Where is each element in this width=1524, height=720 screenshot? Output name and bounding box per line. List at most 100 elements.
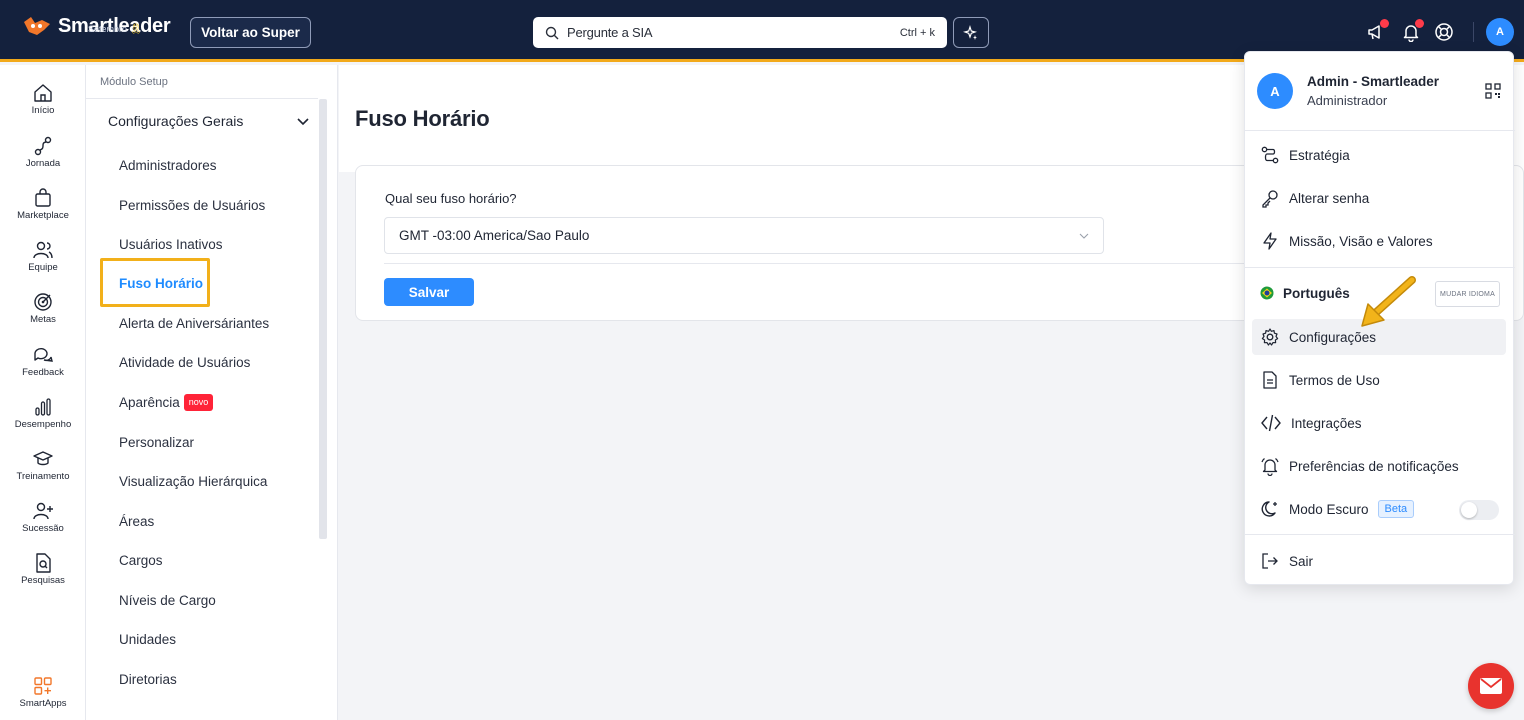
- help-button[interactable]: [1432, 20, 1456, 44]
- menu-item-label: Termos de Uso: [1289, 372, 1380, 388]
- annotation-arrow-icon: [1361, 276, 1416, 327]
- timezone-select[interactable]: GMT -03:00 America/Sao Paulo: [384, 217, 1104, 254]
- menu-item-label: Preferências de notificações: [1289, 458, 1459, 474]
- user-profile-header: A Admin - Smartleader Administrador: [1245, 52, 1515, 131]
- setup-item-visualizacao-hierarquica[interactable]: Visualização Hierárquica: [119, 474, 267, 489]
- card-divider: [384, 263, 1284, 264]
- notifications-button[interactable]: [1399, 19, 1424, 44]
- setup-item-label: Aparência: [119, 395, 180, 410]
- menu-item-estrategia[interactable]: Estratégia: [1252, 137, 1506, 173]
- setup-item-permissoes[interactable]: Permissões de Usuários: [119, 198, 265, 213]
- setup-scrollbar[interactable]: [319, 99, 327, 539]
- menu-item-integracoes[interactable]: Integrações: [1252, 405, 1506, 441]
- nav-sucessao[interactable]: Sucessão: [0, 500, 86, 534]
- dark-mode-toggle[interactable]: [1459, 500, 1499, 520]
- setup-item-personalizar[interactable]: Personalizar: [119, 435, 194, 450]
- setup-item-alerta-aniversariantes[interactable]: Alerta de Aniversáriantes: [119, 316, 269, 331]
- setup-item-aparencia[interactable]: Aparência novo: [119, 394, 214, 411]
- menu-item-label: Configurações: [1289, 329, 1377, 345]
- nav-equipe[interactable]: Equipe: [0, 239, 86, 273]
- timezone-question-label: Qual seu fuso horário?: [385, 191, 517, 206]
- route-icon: [34, 136, 52, 156]
- menu-item-missao[interactable]: Missão, Visão e Valores: [1252, 223, 1506, 259]
- setup-sidebar: Módulo Setup Configurações Gerais Admini…: [86, 65, 338, 720]
- main-nav-rail: Início Jornada Marketplace Equipe Metas …: [0, 65, 86, 720]
- setup-item-atividade-usuarios[interactable]: Atividade de Usuários: [119, 355, 250, 370]
- nav-inicio[interactable]: Início: [0, 82, 86, 116]
- brand-subtitle: Setembro 🎗: [88, 24, 142, 35]
- setup-item-unidades[interactable]: Unidades: [119, 632, 176, 647]
- menu-item-alterar-senha[interactable]: Alterar senha: [1252, 180, 1506, 216]
- nav-pesquisas[interactable]: Pesquisas: [0, 552, 86, 586]
- fox-logo-icon: [24, 17, 50, 35]
- setup-item-usuarios-inativos[interactable]: Usuários Inativos: [119, 237, 223, 252]
- group-configuracoes-gerais[interactable]: Configurações Gerais: [108, 113, 310, 129]
- setup-item-administradores[interactable]: Administradores: [119, 158, 217, 173]
- nav-desempenho[interactable]: Desempenho: [0, 396, 86, 430]
- nav-label: Metas: [30, 314, 56, 325]
- ribbon-icon: 🎗: [129, 24, 143, 35]
- user-name: Admin - Smartleader: [1307, 74, 1440, 89]
- route-icon: [1261, 146, 1279, 164]
- menu-item-termos[interactable]: Termos de Uso: [1252, 362, 1506, 398]
- menu-item-label: Modo Escuro: [1289, 501, 1369, 517]
- nav-marketplace[interactable]: Marketplace: [0, 187, 86, 221]
- qr-code-icon[interactable]: [1485, 83, 1501, 99]
- back-to-super-button[interactable]: Voltar ao Super: [190, 17, 311, 48]
- save-button[interactable]: Salvar: [384, 278, 474, 306]
- target-icon: [34, 293, 52, 311]
- nav-jornada[interactable]: Jornada: [0, 135, 86, 169]
- change-language-button[interactable]: MUDAR IDIOMA: [1435, 281, 1500, 307]
- nav-label: Treinamento: [16, 471, 70, 482]
- users-icon: [33, 241, 53, 259]
- nav-label: Desempenho: [14, 419, 72, 430]
- nav-smartapps[interactable]: SmartApps: [0, 675, 86, 709]
- home-icon: [34, 84, 52, 102]
- chat-icon: [34, 347, 53, 362]
- topbar-divider: [1473, 22, 1474, 42]
- nav-label: Marketplace: [17, 210, 69, 221]
- apps-icon: [34, 677, 52, 695]
- setup-item-areas[interactable]: Áreas: [119, 514, 154, 529]
- nav-label: SmartApps: [19, 698, 67, 709]
- search-shortcut: Ctrl + k: [899, 26, 935, 39]
- menu-item-label: Missão, Visão e Valores: [1289, 233, 1433, 249]
- menu-divider: [1245, 534, 1515, 535]
- menu-divider: [1245, 267, 1515, 268]
- search-bar[interactable]: Pergunte a SIA Ctrl + k: [533, 17, 947, 48]
- ai-sparkle-button[interactable]: [953, 17, 989, 48]
- setup-item-diretorias[interactable]: Diretorias: [119, 672, 177, 687]
- code-icon: [1261, 414, 1281, 432]
- nav-treinamento[interactable]: Treinamento: [0, 448, 86, 482]
- setup-item-cargos[interactable]: Cargos: [119, 553, 163, 568]
- menu-item-label: Integrações: [1291, 415, 1362, 431]
- lifebuoy-icon: [1435, 23, 1453, 41]
- group-title: Configurações Gerais: [108, 113, 244, 129]
- message-fab-button[interactable]: [1468, 663, 1514, 709]
- timezone-value: GMT -03:00 America/Sao Paulo: [399, 228, 590, 243]
- setup-item-niveis-cargo[interactable]: Níveis de Cargo: [119, 593, 216, 608]
- menu-item-sair[interactable]: Sair: [1252, 543, 1506, 579]
- user-avatar-button[interactable]: A: [1486, 18, 1514, 46]
- module-label: Módulo Setup: [100, 76, 168, 88]
- nav-metas[interactable]: Metas: [0, 291, 86, 325]
- search-placeholder: Pergunte a SIA: [567, 25, 653, 40]
- menu-item-preferencias-notificacoes[interactable]: Preferências de notificações: [1252, 448, 1506, 484]
- chevron-down-icon: [297, 118, 309, 126]
- file-search-icon: [36, 553, 51, 573]
- bar-chart-icon: [35, 398, 51, 416]
- menu-avatar: A: [1257, 73, 1293, 109]
- moon-icon: [1261, 501, 1277, 517]
- nav-label: Jornada: [25, 158, 61, 169]
- brazil-flag-icon: [1260, 286, 1274, 300]
- chevron-down-icon: [1079, 233, 1089, 239]
- key-icon: [1262, 190, 1278, 208]
- nav-label: Sucessão: [22, 523, 64, 534]
- menu-item-label: Alterar senha: [1289, 190, 1370, 206]
- announcements-button[interactable]: [1364, 19, 1389, 44]
- sparkle-icon: [963, 24, 978, 40]
- envelope-icon: [1480, 678, 1502, 694]
- nav-feedback[interactable]: Feedback: [0, 344, 86, 378]
- user-plus-icon: [33, 502, 53, 520]
- menu-item-label: Estratégia: [1289, 147, 1350, 163]
